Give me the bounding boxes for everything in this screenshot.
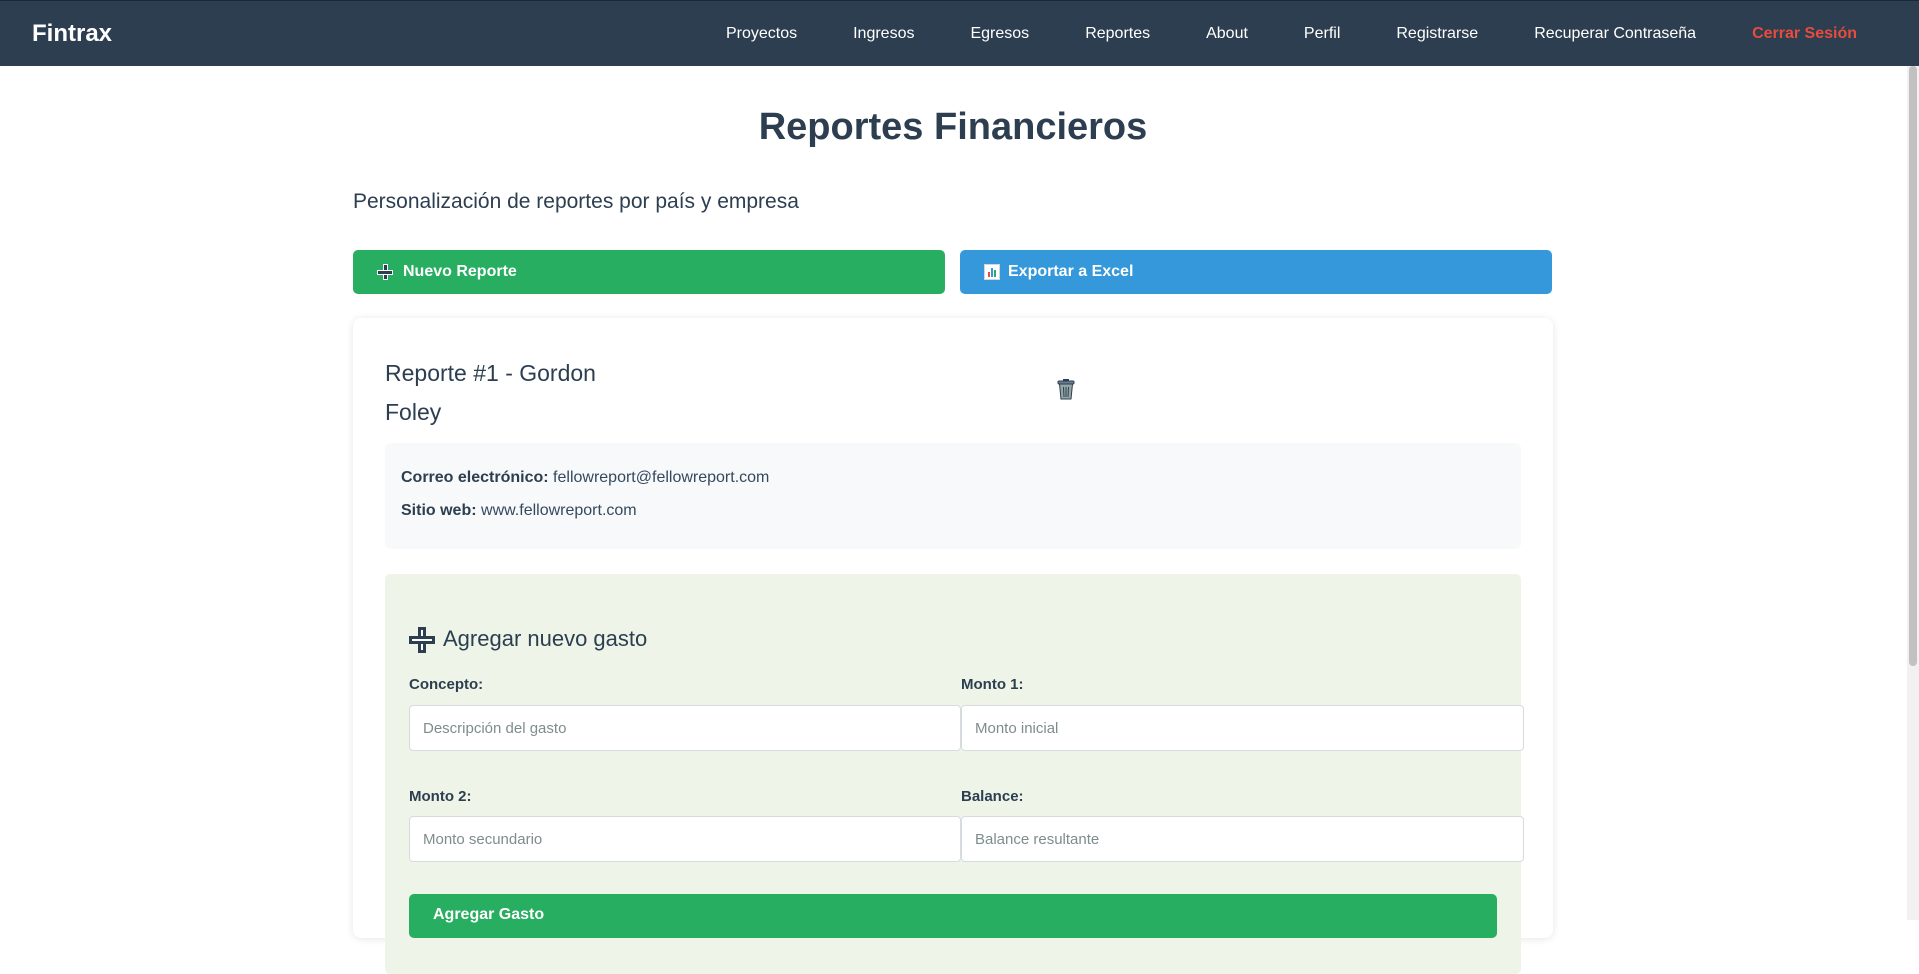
- amount2-input[interactable]: [409, 816, 961, 862]
- page-subtitle: Personalización de reportes por país y e…: [353, 190, 799, 213]
- report-card: Reporte #1 - Gordon Foley Correo electró…: [353, 318, 1553, 974]
- new-report-button[interactable]: Nuevo Reporte: [353, 250, 945, 294]
- bar-chart-icon: [984, 264, 1000, 280]
- export-excel-button[interactable]: Exportar a Excel: [960, 250, 1552, 294]
- nav-item-egresos[interactable]: Egresos: [970, 25, 1029, 43]
- email-label: Correo electrónico:: [401, 469, 549, 486]
- page-scrollbar[interactable]: [1907, 66, 1919, 920]
- nav-menu: Proyectos Ingresos Egresos Reportes Abou…: [670, 25, 1857, 43]
- nav-item-proyectos[interactable]: Proyectos: [726, 25, 797, 43]
- add-expense-button[interactable]: Agregar Gasto: [409, 894, 1497, 938]
- top-navbar: Fintrax Proyectos Ingresos Egresos Repor…: [0, 0, 1919, 66]
- report-website-line: Sitio web: www.fellowreport.com: [401, 502, 637, 520]
- email-value: fellowreport@fellowreport.com: [553, 469, 770, 486]
- trash-icon[interactable]: [1056, 378, 1076, 400]
- concept-input[interactable]: [409, 705, 961, 751]
- plus-icon: [409, 627, 435, 653]
- nav-item-recuperar-contrasena[interactable]: Recuperar Contraseña: [1534, 25, 1696, 43]
- concept-label: Concepto:: [409, 676, 484, 693]
- website-value: www.fellowreport.com: [481, 502, 637, 519]
- amount1-input[interactable]: [961, 705, 1524, 751]
- report-email-line: Correo electrónico: fellowreport@fellowr…: [401, 469, 769, 487]
- website-label: Sitio web:: [401, 502, 477, 519]
- add-expense-title-text: Agregar nuevo gasto: [443, 626, 648, 651]
- nav-item-perfil[interactable]: Perfil: [1304, 25, 1340, 43]
- scrollbar-thumb[interactable]: [1909, 66, 1917, 666]
- amount2-label: Monto 2:: [409, 788, 472, 805]
- brand-logo[interactable]: Fintrax: [32, 20, 112, 48]
- add-expense-title: Agregar nuevo gasto: [409, 626, 648, 653]
- new-report-label: Nuevo Reporte: [403, 263, 517, 280]
- logout-link[interactable]: Cerrar Sesión: [1752, 25, 1857, 43]
- balance-label: Balance:: [961, 788, 1024, 805]
- nav-item-registrarse[interactable]: Registrarse: [1396, 25, 1478, 43]
- page-title: Reportes Financieros: [758, 106, 1148, 148]
- report-title: Reporte #1 - Gordon Foley: [385, 360, 596, 425]
- amount1-label: Monto 1:: [961, 676, 1024, 693]
- plus-icon: [377, 264, 393, 280]
- report-info-box: Correo electrónico: fellowreport@fellowr…: [385, 443, 1521, 549]
- balance-input[interactable]: [961, 816, 1524, 862]
- export-excel-label: Exportar a Excel: [1008, 263, 1134, 280]
- nav-item-about[interactable]: About: [1206, 25, 1248, 43]
- nav-item-reportes[interactable]: Reportes: [1085, 25, 1150, 43]
- add-expense-form: Agregar nuevo gasto Concepto: Monto 1: M…: [385, 574, 1524, 974]
- nav-item-ingresos[interactable]: Ingresos: [853, 25, 914, 43]
